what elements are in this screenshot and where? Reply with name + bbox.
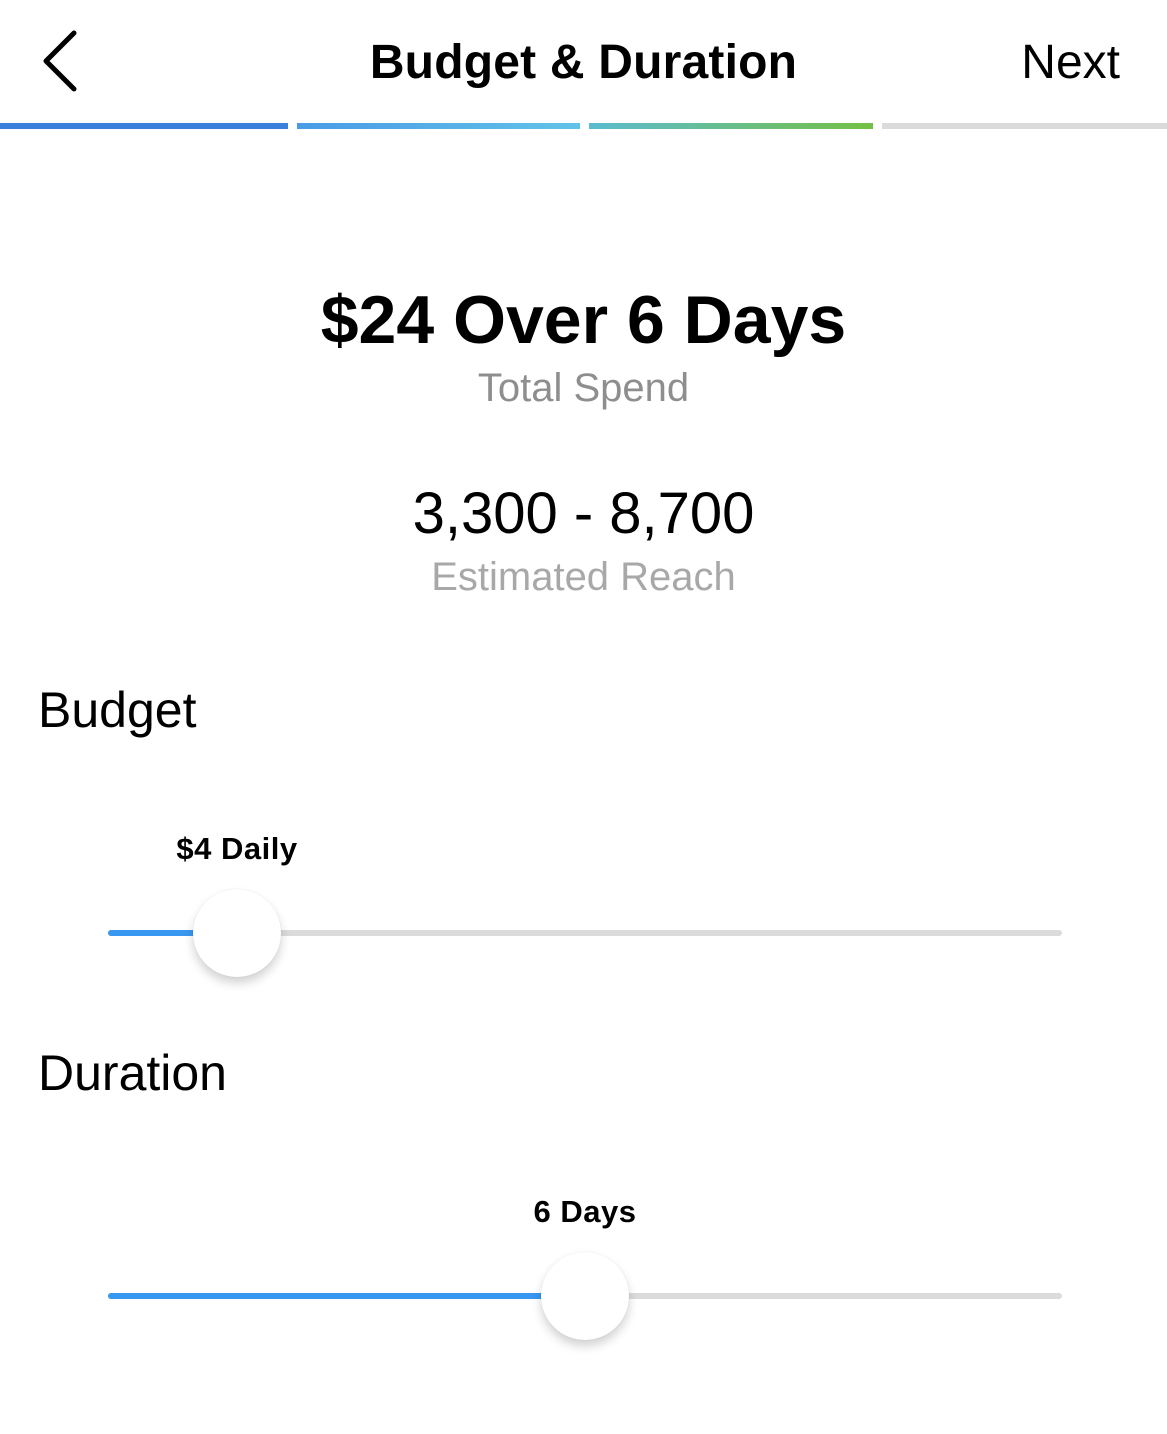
budget-value-label: $4 Daily xyxy=(176,831,298,866)
duration-slider-thumb[interactable] xyxy=(541,1252,629,1340)
step-4-indicator xyxy=(882,123,1167,129)
budget-duration-screen: Budget & Duration Next $24 Over 6 Days T… xyxy=(0,0,1167,1434)
step-2-indicator xyxy=(297,123,580,129)
next-button[interactable]: Next xyxy=(1021,33,1120,93)
step-progress-bar xyxy=(0,123,1167,129)
duration-slider-fill xyxy=(108,1293,585,1299)
step-3-indicator xyxy=(589,123,873,129)
step-1-indicator xyxy=(0,123,288,129)
estimated-reach-label: Estimated Reach xyxy=(431,555,736,599)
total-spend-value: $24 Over 6 Days xyxy=(320,282,847,358)
budget-section-title: Budget xyxy=(38,682,197,738)
total-spend-label: Total Spend xyxy=(477,366,690,410)
duration-section-title: Duration xyxy=(38,1045,227,1101)
nav-header: Budget & Duration Next xyxy=(0,0,1167,122)
budget-slider[interactable] xyxy=(108,883,1062,983)
budget-slider-thumb[interactable] xyxy=(193,889,281,977)
page-title: Budget & Duration xyxy=(369,36,798,89)
duration-slider[interactable] xyxy=(108,1246,1062,1346)
estimated-reach-value: 3,300 - 8,700 xyxy=(412,481,755,546)
duration-value-label: 6 Days xyxy=(533,1194,637,1229)
